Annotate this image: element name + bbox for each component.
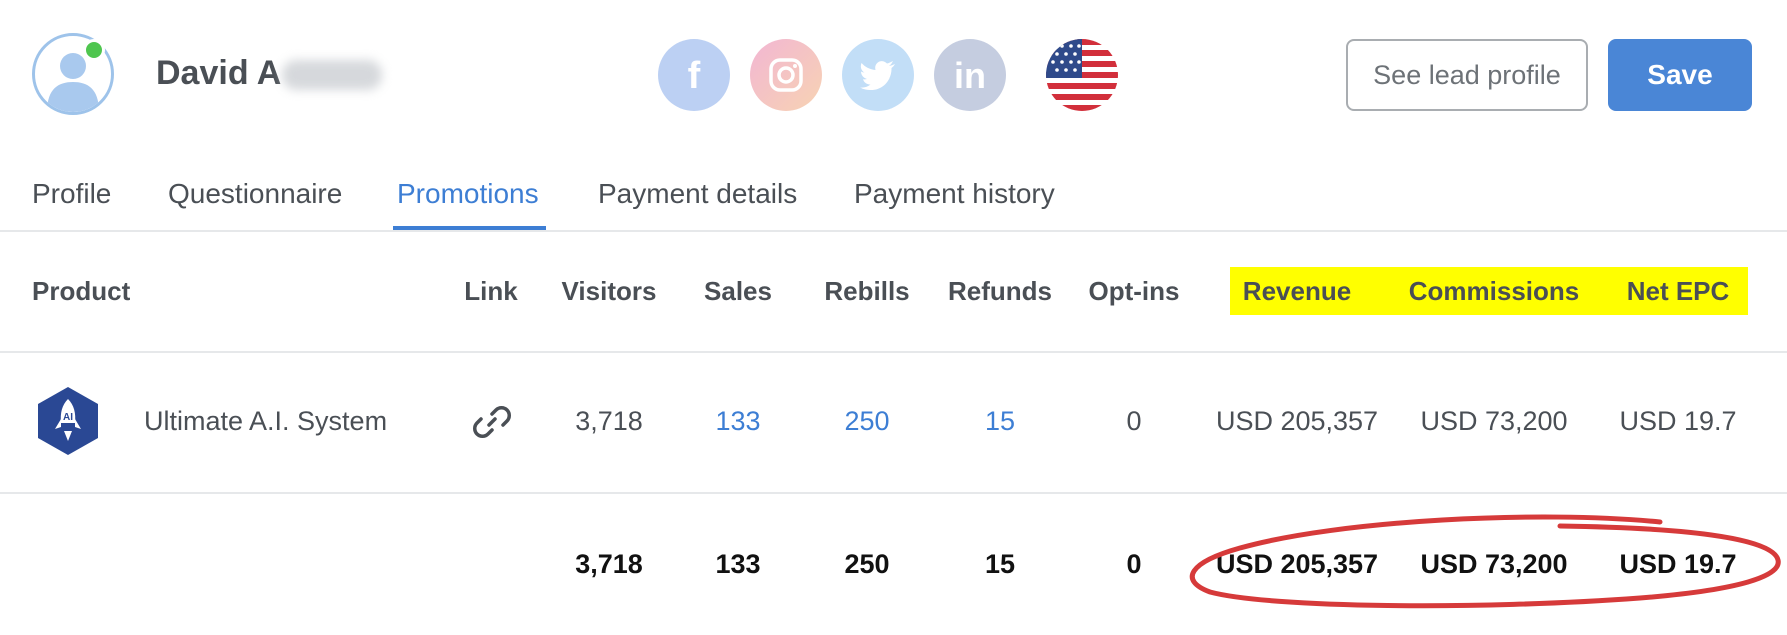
column-header-sales: Sales — [704, 276, 772, 306]
user-name: David A — [156, 54, 282, 92]
online-status-dot — [83, 39, 105, 61]
cell-optins: 0 — [1126, 406, 1142, 436]
svg-text:AI: AI — [63, 412, 73, 423]
see-lead-profile-button[interactable]: See lead profile — [1346, 39, 1588, 111]
us-flag-icon — [1046, 39, 1118, 111]
facebook-icon[interactable]: f — [658, 39, 730, 111]
total-revenue: USD 205,357 — [1215, 549, 1379, 579]
tab-payment-details[interactable]: Payment details — [598, 178, 797, 210]
twitter-icon[interactable] — [842, 39, 914, 111]
column-header-product: Product — [32, 276, 131, 306]
tab-questionnaire[interactable]: Questionnaire — [168, 178, 342, 210]
svg-text:in: in — [954, 57, 986, 93]
total-commissions: USD 73,200 — [1420, 549, 1568, 579]
total-refunds: 15 — [984, 549, 1016, 579]
column-header-commissions: Commissions — [1408, 276, 1580, 306]
row-divider — [0, 492, 1787, 494]
column-header-refunds: Refunds — [948, 276, 1052, 306]
link-icon[interactable] — [472, 402, 512, 442]
total-sales: 133 — [715, 549, 761, 579]
cell-net-epc: USD 19.7 — [1619, 406, 1737, 436]
cell-revenue: USD 205,357 — [1215, 406, 1379, 436]
user-avatar — [32, 33, 114, 115]
total-net-epc: USD 19.7 — [1619, 549, 1737, 579]
header-divider — [0, 351, 1787, 353]
column-header-visitors: Visitors — [561, 276, 657, 306]
column-header-link: Link — [464, 276, 518, 306]
cell-visitors: 3,718 — [575, 406, 643, 436]
tabs-divider — [0, 230, 1787, 232]
column-header-rebills: Rebills — [824, 276, 910, 306]
total-optins: 0 — [1126, 549, 1142, 579]
cell-refunds-link[interactable]: 15 — [985, 406, 1015, 437]
column-header-revenue: Revenue — [1242, 276, 1352, 306]
linkedin-icon[interactable]: in — [934, 39, 1006, 111]
blurred-surname — [282, 60, 382, 90]
cell-sales-link[interactable]: 133 — [715, 406, 760, 437]
tab-payment-history[interactable]: Payment history — [854, 178, 1055, 210]
svg-text:f: f — [688, 55, 701, 95]
cell-commissions: USD 73,200 — [1420, 406, 1568, 436]
tab-profile[interactable]: Profile — [32, 178, 111, 210]
product-logo: AI — [34, 385, 102, 457]
product-name[interactable]: Ultimate A.I. System — [144, 406, 387, 437]
save-button[interactable]: Save — [1608, 39, 1752, 111]
total-visitors: 3,718 — [575, 549, 643, 579]
tab-promotions[interactable]: Promotions — [397, 178, 539, 210]
column-header-net-epc: Net EPC — [1626, 276, 1730, 306]
column-header-optins: Opt-ins — [1088, 276, 1180, 306]
cell-rebills-link[interactable]: 250 — [844, 406, 889, 437]
instagram-icon[interactable] — [750, 39, 822, 111]
total-rebills: 250 — [844, 549, 890, 579]
